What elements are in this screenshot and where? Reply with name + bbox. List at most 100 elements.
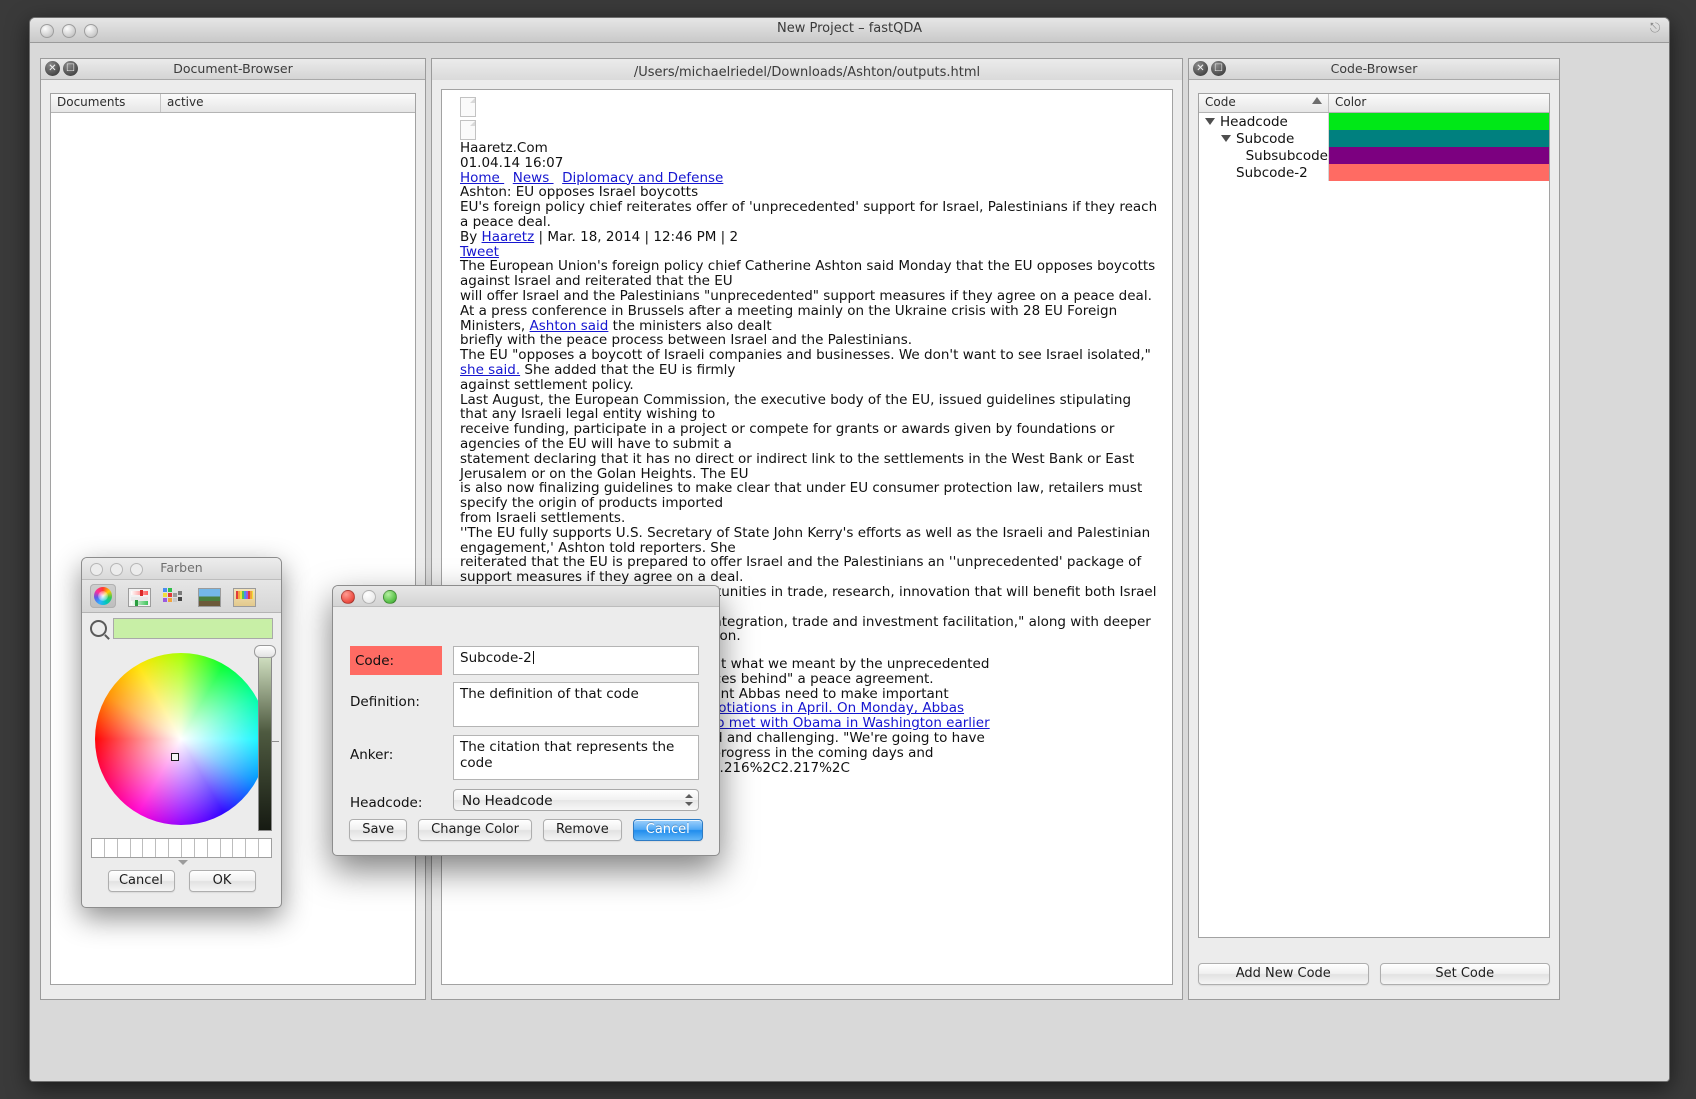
- color-picker-cancel-button[interactable]: Cancel: [107, 870, 175, 892]
- color-wheel[interactable]: [95, 653, 267, 825]
- chevron-down-icon[interactable]: [1221, 135, 1231, 142]
- image-palettes-icon[interactable]: [195, 584, 221, 608]
- documents-table-header: Documents active: [51, 94, 415, 113]
- color-cell[interactable]: [1329, 113, 1549, 130]
- swatch-slot[interactable]: [195, 839, 208, 857]
- column-header-active[interactable]: active: [161, 94, 415, 112]
- color-sliders-icon[interactable]: [125, 584, 151, 608]
- swatch-slot[interactable]: [143, 839, 157, 857]
- codes-table-header: Code Color: [1199, 94, 1549, 113]
- color-cell[interactable]: [1329, 130, 1549, 147]
- color-cell[interactable]: [1329, 164, 1549, 181]
- selected-color-swatch[interactable]: [113, 617, 273, 639]
- article-line: ''The EU fully supports U.S. Secretary o…: [460, 524, 1151, 556]
- zoom-button[interactable]: [383, 590, 397, 604]
- byline-author-link[interactable]: Haaretz: [482, 229, 535, 245]
- swatch-slot[interactable]: [221, 839, 234, 857]
- swatch-slot[interactable]: [156, 839, 170, 857]
- page-icon: [460, 120, 476, 140]
- color-palettes-icon[interactable]: [160, 584, 186, 608]
- set-code-button[interactable]: Set Code: [1379, 963, 1550, 985]
- color-picker-toolbar: [82, 580, 281, 613]
- article-line: is also now finalizing guidelines to mak…: [460, 480, 1143, 512]
- article-line: briefly with the peace process between I…: [460, 332, 913, 349]
- table-row[interactable]: Subcode: [1199, 130, 1549, 147]
- code-browser-window: ✕ ☐ Code-Browser Code Color Headcode Sub…: [1188, 58, 1560, 1000]
- definition-input[interactable]: The definition of that code: [453, 682, 699, 727]
- table-row[interactable]: Subsubcode: [1199, 147, 1549, 164]
- breadcrumb-link-diplomacy[interactable]: Diplomacy and Defense: [562, 170, 723, 186]
- column-header-documents[interactable]: Documents: [51, 94, 161, 112]
- search-icon: [90, 619, 107, 637]
- color-picker-titlebar: Farben: [82, 558, 281, 580]
- swatch-strip[interactable]: [91, 838, 272, 858]
- code-cell[interactable]: Subsubcode: [1199, 147, 1329, 164]
- add-new-code-button[interactable]: Add New Code: [1198, 963, 1369, 985]
- article-line: The European Union's foreign policy chie…: [460, 258, 1156, 290]
- document-view-path: /Users/michaelriedel/Downloads/Ashton/ou…: [633, 65, 981, 80]
- code-cell[interactable]: Subcode-2: [1199, 164, 1329, 181]
- table-row[interactable]: Headcode: [1199, 113, 1549, 130]
- column-header-code[interactable]: Code: [1199, 94, 1329, 112]
- color-wheel-icon[interactable]: [90, 584, 116, 608]
- save-button[interactable]: Save: [349, 819, 408, 841]
- swatch-slot[interactable]: [182, 839, 195, 857]
- swatch-slot[interactable]: [92, 839, 105, 857]
- code-name-value: Subcode-2: [460, 650, 532, 666]
- headcode-select[interactable]: No Headcode: [453, 789, 699, 811]
- anker-field-label: Anker:: [350, 747, 394, 763]
- table-row[interactable]: Subcode-2: [1199, 164, 1549, 181]
- swatch-slot[interactable]: [233, 839, 247, 857]
- document-browser-titlebar: ✕ ☐ Document-Browser: [41, 59, 425, 80]
- code-dialog-buttons: Save Change Color Remove Cancel: [333, 819, 719, 841]
- article-subheadline: EU's foreign policy chief reiterates off…: [460, 199, 1158, 230]
- code-name-input[interactable]: Subcode-2: [453, 646, 699, 675]
- article-headline: Ashton: EU opposes Israel boycotts: [460, 184, 699, 201]
- cancel-button[interactable]: Cancel: [632, 819, 703, 841]
- code-dialog-titlebar: [333, 586, 719, 607]
- code-cell[interactable]: Headcode: [1199, 113, 1329, 130]
- brightness-slider-handle[interactable]: [254, 645, 276, 658]
- codes-row-list: Headcode Subcode Subsubcode Subcode-2: [1199, 113, 1549, 181]
- article-line: At a press conference in Brussels after …: [460, 302, 1118, 334]
- color-cell[interactable]: [1329, 147, 1549, 164]
- article-inline-link[interactable]: Ashton said: [530, 318, 609, 334]
- brightness-slider[interactable]: [258, 651, 272, 831]
- tweet-link[interactable]: Tweet: [460, 244, 1162, 260]
- crayons-icon[interactable]: [230, 584, 256, 608]
- code-dialog-window-controls[interactable]: [341, 590, 397, 604]
- swatch-slot[interactable]: [118, 839, 131, 857]
- breadcrumb-link-home[interactable]: Home: [460, 170, 504, 186]
- minimize-button[interactable]: [362, 590, 376, 604]
- color-picker-search-row: [82, 613, 281, 643]
- main-window: New Project – fastQDA ⎋ ✕ ☐ Document-Bro…: [29, 17, 1670, 1082]
- codes-table[interactable]: Code Color Headcode Subcode Subsubcode Subc…: [1198, 93, 1550, 938]
- color-wheel-marker[interactable]: [171, 753, 179, 761]
- chevron-down-icon[interactable]: [1205, 118, 1215, 125]
- swatch-slot[interactable]: [259, 839, 271, 857]
- swatch-slot[interactable]: [131, 839, 144, 857]
- swatch-strip-grip[interactable]: [82, 858, 281, 867]
- breadcrumb-link-news[interactable]: News: [513, 170, 554, 186]
- document-view-window: /Users/michaelriedel/Downloads/Ashton/ou…: [431, 58, 1183, 1000]
- main-titlebar: New Project – fastQDA ⎋: [30, 18, 1669, 43]
- article-byline: By Haaretz | Mar. 18, 2014 | 12:46 PM | …: [460, 229, 1162, 245]
- swatch-slot[interactable]: [169, 839, 183, 857]
- headcode-field-label: Headcode:: [350, 795, 423, 811]
- remove-button[interactable]: Remove: [542, 819, 622, 841]
- code-cell[interactable]: Subcode: [1199, 130, 1329, 147]
- color-picker-ok-button[interactable]: OK: [188, 870, 256, 892]
- swatch-slot[interactable]: [208, 839, 221, 857]
- swatch-slot[interactable]: [246, 839, 260, 857]
- change-color-button[interactable]: Change Color: [418, 819, 532, 841]
- column-header-color[interactable]: Color: [1329, 94, 1549, 112]
- article-inline-link[interactable]: she said.: [460, 362, 520, 378]
- swatch-slot[interactable]: [105, 839, 118, 857]
- window-title: New Project – fastQDA: [776, 21, 923, 36]
- article-line: against settlement policy.: [460, 376, 634, 393]
- anker-input[interactable]: The citation that represents the code: [453, 735, 699, 780]
- close-button[interactable]: [341, 590, 355, 604]
- tweet-anchor[interactable]: Tweet: [460, 244, 499, 260]
- article-line: from Israeli settlements.: [460, 509, 626, 526]
- resize-corner-icon[interactable]: ⎋: [1650, 21, 1666, 37]
